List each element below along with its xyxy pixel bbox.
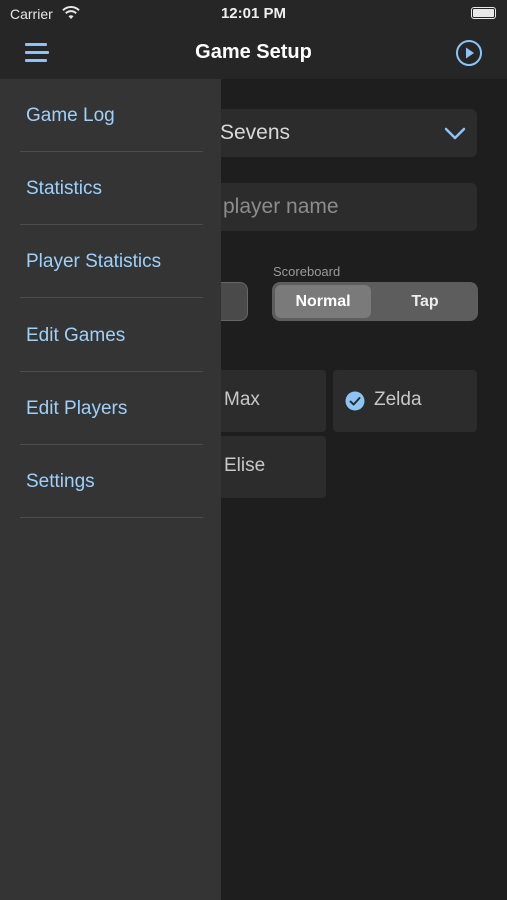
drawer-item-settings[interactable]: Settings: [20, 445, 203, 518]
drawer-item-edit-games[interactable]: Edit Games: [20, 299, 203, 372]
scoreboard-label: Scoreboard: [273, 264, 341, 279]
player-name-label: Max: [224, 389, 260, 410]
play-circle-icon[interactable]: [455, 39, 483, 67]
player-name-label: Zelda: [374, 389, 422, 410]
player-name-input[interactable]: [200, 183, 477, 231]
drawer-item-label: Player Statistics: [26, 251, 162, 272]
drawer-item-edit-players[interactable]: Edit Players: [20, 372, 203, 445]
status-bar: Carrier 12:01 PM: [0, 0, 507, 28]
battery-icon: [471, 7, 496, 19]
drawer-item-statistics[interactable]: Statistics: [20, 152, 203, 225]
drawer-item-label: Game Log: [26, 105, 115, 126]
game-select-dropdown[interactable]: Sevens: [200, 109, 477, 157]
side-drawer-menu: Game Log Statistics Player Statistics Ed…: [0, 79, 221, 900]
player-tile-zelda[interactable]: Zelda: [333, 370, 477, 432]
page-title: Game Setup: [195, 41, 312, 63]
chevron-down-icon: [444, 127, 466, 140]
drawer-item-game-log[interactable]: Game Log: [20, 79, 203, 152]
player-name-label: Elise: [224, 455, 266, 476]
scoreboard-option-tap[interactable]: Tap: [375, 285, 475, 318]
navigation-bar: Game Setup: [0, 28, 507, 79]
drawer-item-label: Statistics: [26, 178, 103, 199]
scoreboard-option-normal[interactable]: Normal: [275, 285, 371, 318]
scoreboard-segmented-control: Normal Tap: [272, 282, 478, 321]
drawer-item-label: Settings: [26, 471, 95, 492]
drawer-item-player-statistics[interactable]: Player Statistics: [20, 225, 203, 298]
status-time: 12:01 PM: [220, 5, 287, 22]
game-select-value: Sevens: [220, 121, 291, 144]
checkmark-circle-icon: [345, 391, 365, 411]
drawer-item-label: Edit Games: [26, 325, 126, 346]
drawer-item-label: Edit Players: [26, 398, 128, 419]
